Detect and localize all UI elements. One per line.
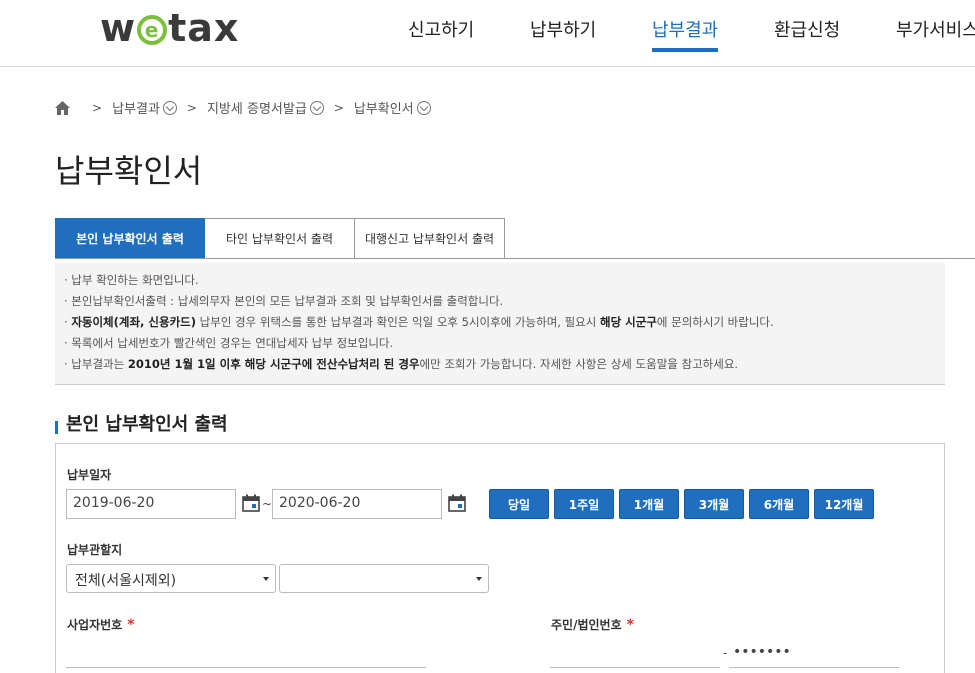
breadcrumb-separator: >	[333, 100, 344, 115]
period-today-button[interactable]: 당일	[489, 489, 549, 519]
breadcrumb-label: 납부확인서	[353, 102, 414, 117]
chevron-down-icon[interactable]	[309, 100, 324, 115]
logo-text-tax: tax	[168, 6, 240, 50]
wetax-logo[interactable]: w e tax	[100, 6, 239, 50]
notice-line: · 자동이체(계좌, 신용카드) 납부인 경우 위택스를 통한 납부결과 확인은…	[64, 312, 945, 333]
breadcrumb-label: 납부결과	[112, 102, 160, 117]
required-mark: *	[127, 617, 135, 633]
breadcrumb-item-pay-confirm[interactable]: 납부확인서	[354, 98, 431, 117]
notice-line: · 납부 확인하는 화면입니다.	[64, 273, 199, 287]
gnb-extra-service[interactable]: 부가서비스	[896, 16, 975, 42]
chevron-down-icon[interactable]	[162, 100, 177, 115]
period-12month-button[interactable]: 12개월	[814, 489, 874, 519]
calendar-icon[interactable]	[448, 494, 466, 512]
breadcrumb-label: 지방세 증명서발급	[206, 102, 307, 117]
date-to-input[interactable]: 2020-06-20	[272, 489, 442, 519]
notice-line: · 납부결과는 2010년 1월 1일 이후 해당 시군구에 전산수납처리 된 …	[64, 354, 945, 375]
pay-date-label: 납부일자	[67, 468, 112, 482]
biz-no-label: 사업자번호 *	[67, 616, 135, 633]
tab-other-certificate[interactable]: 타인 납부확인서 출력	[205, 218, 355, 258]
date-range-tilde: ~	[262, 497, 273, 511]
period-6month-button[interactable]: 6개월	[749, 489, 809, 519]
tab-self-certificate[interactable]: 본인 납부확인서 출력	[55, 218, 205, 258]
page-title: 납부확인서	[55, 152, 203, 190]
notice-line: · 목록에서 납세번호가 빨간색인 경우는 연대납세자 납부 정보입니다.	[64, 336, 394, 350]
gnb-report[interactable]: 신고하기	[408, 16, 474, 42]
jumin-label: 주민/법인번호 *	[551, 616, 634, 633]
required-mark: *	[626, 617, 634, 633]
header: w e tax 신고하기 납부하기 납부결과 환급신청 부가서비스	[0, 0, 975, 67]
biz-no-input[interactable]	[66, 638, 426, 668]
date-from-input[interactable]: 2019-06-20	[66, 489, 236, 519]
notice-bold: 자동이체(계좌, 신용카드)	[71, 315, 196, 329]
region-select-primary[interactable]: 전체(서울시제외)	[66, 564, 276, 593]
home-icon[interactable]	[55, 100, 70, 115]
gnb-refund[interactable]: 환급신청	[774, 16, 840, 42]
period-1month-button[interactable]: 1개월	[619, 489, 679, 519]
notice-text: · 납부결과는	[64, 357, 128, 371]
tab-agent-certificate[interactable]: 대행신고 납부확인서 출력	[355, 218, 505, 258]
gnb-pay-result[interactable]: 납부결과	[652, 16, 719, 52]
notice-text: 납부인 경우 위택스를 통한 납부결과 확인은 익일 오후 5시이후에 가능하며…	[196, 315, 600, 329]
breadcrumb-item-certificate[interactable]: 지방세 증명서발급	[207, 98, 324, 117]
notice-text: 에 문의하시기 바랍니다.	[656, 315, 774, 329]
region-label: 납부관할지	[67, 543, 123, 557]
calendar-icon[interactable]	[242, 494, 260, 512]
region-select-value: 전체(서울시제외)	[75, 573, 177, 589]
dropdown-caret-icon	[476, 577, 482, 581]
notice-bold: 2010년 1월 1일 이후 해당 시군구에 전산수납처리 된 경우	[127, 357, 420, 371]
jumin-back-input[interactable]: •••••••	[729, 638, 899, 668]
notice-text: 에만 조회가 가능합니다. 자세한 사항은 상세 도움말을 참고하세요.	[419, 357, 739, 371]
period-1week-button[interactable]: 1주일	[554, 489, 614, 519]
dropdown-caret-icon	[263, 577, 269, 581]
logo-e-circle: e	[137, 15, 168, 45]
breadcrumb-item-pay-result[interactable]: 납부결과	[112, 98, 177, 117]
notice-box: · 납부 확인하는 화면입니다. · 본인납부확인서출력 : 납세의무자 본인의…	[55, 263, 945, 385]
chevron-down-icon[interactable]	[416, 100, 431, 115]
notice-line: · 본인납부확인서출력 : 납세의무자 본인의 모든 납부결과 조회 및 납부확…	[64, 294, 504, 308]
jumin-front-input[interactable]	[550, 638, 720, 668]
section-title: 본인 납부확인서 출력	[55, 410, 228, 436]
period-3month-button[interactable]: 3개월	[684, 489, 744, 519]
gnb-pay[interactable]: 납부하기	[530, 16, 596, 42]
breadcrumb-separator: >	[92, 100, 103, 115]
tab-divider	[55, 258, 975, 259]
breadcrumb: > 납부결과 > 지방세 증명서발급 > 납부확인서	[55, 98, 431, 117]
logo-text-w: w	[100, 6, 137, 50]
jumin-label-text: 주민/법인번호	[551, 618, 622, 632]
tab-bar: 본인 납부확인서 출력 타인 납부확인서 출력 대행신고 납부확인서 출력	[55, 218, 505, 258]
notice-bold: 해당 시군구	[599, 315, 657, 329]
breadcrumb-separator: >	[186, 100, 197, 115]
region-select-secondary[interactable]	[279, 564, 489, 593]
jumin-dash: -	[723, 646, 728, 660]
biz-no-label-text: 사업자번호	[67, 618, 123, 632]
